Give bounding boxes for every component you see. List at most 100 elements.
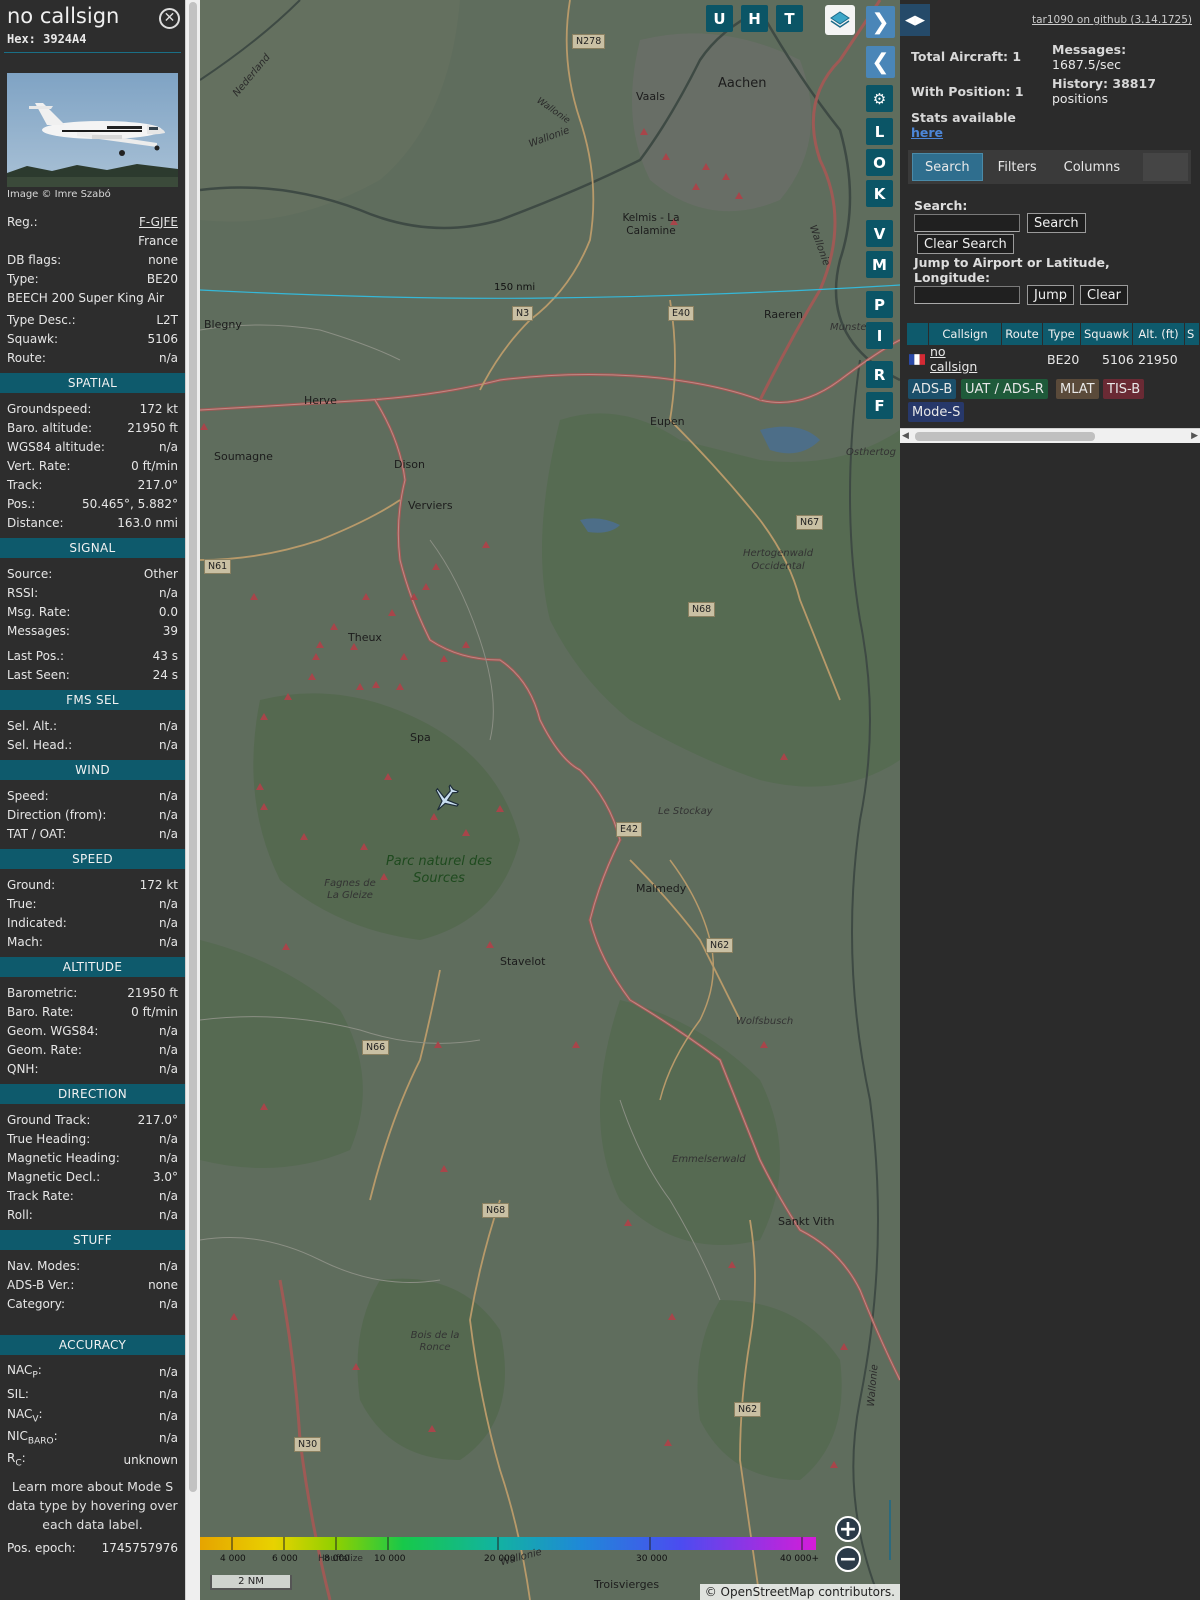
place-label: Soumagne <box>214 450 273 463</box>
messages-label: Messages: <box>1052 42 1127 57</box>
table-header-squawk[interactable]: Squawk <box>1081 323 1133 345</box>
section-accuracy: ACCURACY <box>0 1335 185 1355</box>
zoom-out-button[interactable]: − <box>835 1546 861 1572</box>
tab-extra[interactable] <box>1143 153 1188 181</box>
info-scrollbar[interactable] <box>185 0 200 1600</box>
table-horizontal-scrollbar[interactable]: ◀ ▶ <box>900 428 1200 443</box>
stats-here-link[interactable]: here <box>911 125 943 140</box>
expand-arrows-icon: ◀▶ <box>905 12 925 28</box>
settings-button[interactable]: ⚙ <box>866 85 893 112</box>
map-attribution[interactable]: © OpenStreetMap contributors. <box>699 1584 900 1600</box>
section-fms-sel: FMS SEL <box>0 690 185 710</box>
place-label: Osthertog <box>846 447 896 458</box>
layers-button[interactable] <box>825 5 855 35</box>
jump-button[interactable]: Jump <box>1027 285 1074 305</box>
map-view[interactable]: Aachen Vaals Kelmis - La Calamine Raeren… <box>200 0 900 1600</box>
row-magnetic-decl: Magnetic Decl.: 3.0° <box>0 1167 185 1186</box>
tab-search[interactable]: Search <box>912 153 983 181</box>
row-label: Mach: <box>7 934 43 949</box>
scroll-right-icon[interactable]: ▶ <box>1191 431 1198 441</box>
aircraft-marker-icon[interactable] <box>430 783 462 815</box>
jump-input[interactable] <box>914 286 1020 304</box>
aircraft-photo[interactable] <box>7 73 178 187</box>
divider <box>4 52 181 53</box>
road-label: N68 <box>482 1203 510 1218</box>
row-label: Baro. Rate: <box>7 1004 74 1019</box>
toggle-u-button[interactable]: U <box>706 5 733 32</box>
info-rows: Reg.: F-GJFE France DB flags: none Type: BE… <box>0 212 185 1557</box>
row-indicated-speed: Indicated: n/a <box>0 913 185 932</box>
messages-value: 1687.5/sec <box>1052 57 1122 72</box>
table-row-callsign[interactable]: no callsign <box>930 344 977 374</box>
row-value: 217.0° <box>137 477 178 492</box>
scroll-left-icon[interactable]: ◀ <box>902 431 909 441</box>
road-label: N67 <box>796 515 824 530</box>
toggle-v-button[interactable]: V <box>866 220 893 247</box>
row-value: n/a <box>158 350 178 365</box>
row-mach: Mach: n/a <box>0 932 185 951</box>
row-value: n/a <box>158 934 178 949</box>
row-value: n/a <box>158 1042 178 1057</box>
row-label: Category: <box>7 1296 65 1311</box>
row-label: Speed: <box>7 788 49 803</box>
toggle-h-button[interactable]: H <box>741 5 768 32</box>
row-value: n/a <box>158 718 178 733</box>
total-aircraft: Total Aircraft: 1 <box>911 49 1021 64</box>
toggle-r-button[interactable]: R <box>866 361 893 388</box>
clear-button[interactable]: Clear <box>1080 285 1128 305</box>
toggle-o-button[interactable]: O <box>866 149 893 176</box>
row-label: Direction (from): <box>7 807 107 822</box>
toggle-p-button[interactable]: P <box>866 291 893 318</box>
row-label: TAT / OAT: <box>7 826 67 841</box>
table-header-altitude[interactable]: Alt. (ft) <box>1133 323 1185 345</box>
prev-arrow-button[interactable]: ❮ <box>866 46 895 78</box>
toggle-sidebar-button[interactable]: ◀▶ <box>900 4 930 36</box>
zoom-in-button[interactable]: + <box>835 1516 861 1542</box>
github-link[interactable]: tar1090 on github (3.14.1725) <box>1032 14 1192 26</box>
toggle-k-button[interactable]: K <box>866 180 893 207</box>
toggle-t-button[interactable]: T <box>776 5 803 32</box>
label-text: NAC <box>7 1363 33 1378</box>
legend-adsb: ADS-B <box>908 379 957 399</box>
search-input[interactable] <box>914 214 1020 232</box>
row-last-seen: Last Seen: 24 s <box>0 665 185 684</box>
table-header-route[interactable]: Route <box>1002 323 1043 345</box>
road-label: N62 <box>734 1402 762 1417</box>
row-label: Source: <box>7 566 53 581</box>
road-label: E42 <box>616 822 643 837</box>
label-sub: V <box>32 1414 39 1425</box>
place-label: Munster <box>830 322 871 333</box>
row-label: Geom. WGS84: <box>7 1023 99 1038</box>
tab-filters[interactable]: Filters <box>986 153 1049 181</box>
section-signal: SIGNAL <box>0 538 185 558</box>
row-value: 39 <box>162 623 178 638</box>
section-speed: SPEED <box>0 849 185 869</box>
row-value: Other <box>143 566 178 581</box>
learn-more-note: Learn more about Mode S data type by hov… <box>7 1479 178 1532</box>
registration-link[interactable]: F-GJFE <box>139 215 178 229</box>
clear-search-button[interactable]: Clear Search <box>917 234 1014 254</box>
label-text: NIC <box>7 1429 28 1444</box>
close-icon[interactable]: ✕ <box>159 8 180 29</box>
table-header-speed[interactable]: S <box>1185 323 1200 345</box>
row-groundspeed: Groundspeed: 172 kt <box>0 399 185 418</box>
scrollbar-thumb[interactable] <box>189 2 197 1492</box>
table-header-callsign[interactable]: Callsign <box>929 323 1002 345</box>
table-header-flag[interactable] <box>907 323 929 345</box>
scrollbar-thumb[interactable] <box>915 432 1095 441</box>
table-header-type[interactable]: Type <box>1043 323 1081 345</box>
row-value: n/a <box>158 1061 178 1076</box>
toggle-m-button[interactable]: M <box>866 251 893 278</box>
place-label: Eupen <box>650 415 685 428</box>
toggle-f-button[interactable]: F <box>866 392 893 419</box>
row-sel-head: Sel. Head.: n/a <box>0 735 185 754</box>
next-arrow-button[interactable]: ❯ <box>866 6 895 38</box>
row-reg: Reg.: F-GJFE <box>0 212 185 231</box>
toggle-l-button[interactable]: L <box>866 118 893 145</box>
row-value: 0 ft/min <box>131 1004 178 1019</box>
tab-columns[interactable]: Columns <box>1052 153 1133 181</box>
row-nacp: NACP: n/a <box>0 1361 185 1383</box>
toggle-i-button[interactable]: I <box>866 322 893 349</box>
section-spatial: SPATIAL <box>0 373 185 393</box>
search-button[interactable]: Search <box>1027 213 1086 233</box>
